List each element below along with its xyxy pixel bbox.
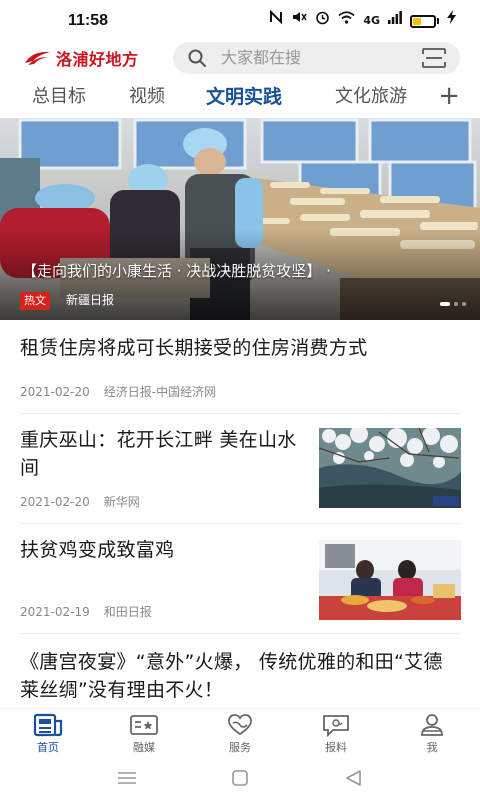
news-source: 新华网 (103, 495, 140, 509)
news-date: 2021-02-20 (20, 495, 90, 509)
nav-home[interactable]: 首页 (18, 713, 78, 755)
news-date: 2021-02-20 (20, 385, 90, 399)
logo-mark-icon (25, 51, 50, 65)
back-icon[interactable] (342, 768, 366, 788)
nav-label: 报料 (325, 741, 347, 754)
news-meta: 2021-02-20 经济日报-中国经济网 (20, 384, 216, 400)
user-icon (421, 714, 443, 736)
nav-label: 我 (426, 741, 438, 754)
tab-culture-tourism[interactable]: 文化旅游 (335, 84, 407, 110)
nav-media[interactable]: 融媒 (114, 713, 174, 755)
banner-carousel[interactable]: 【走向我们的小康生活 · 决战决胜脱贫攻坚】 · 热文 新疆日报 (0, 118, 480, 320)
system-navigation (0, 760, 480, 800)
add-channel-button[interactable]: + (438, 80, 460, 112)
news-source: 和田日报 (103, 605, 152, 619)
carousel-dot-active (440, 302, 450, 306)
media-icon (130, 715, 158, 735)
nav-label: 首页 (37, 741, 59, 754)
search-icon (188, 49, 206, 67)
tab-video[interactable]: 视频 (129, 84, 165, 110)
report-chat-icon (323, 715, 349, 737)
carousel-indicator (440, 302, 466, 306)
news-source: 经济日报-中国经济网 (103, 385, 217, 399)
banner-caption: 【走向我们的小康生活 · 决战决胜脱贫攻坚】 · (22, 262, 331, 280)
news-date: 2021-02-19 (20, 605, 90, 619)
scan-icon[interactable] (422, 48, 446, 68)
nav-report[interactable]: 报料 (306, 713, 366, 755)
news-title: 《唐宫夜宴》“意外”火爆， 传统优雅的和田“艾德莱丝绸”没有理由不火！ (20, 651, 443, 701)
news-title: 租赁住房将成可长期接受的住房消费方式 (20, 337, 368, 359)
charging-icon (447, 10, 456, 32)
search-placeholder: 大家都在搜 (221, 48, 302, 67)
status-icons: 4G (269, 9, 456, 33)
nav-service[interactable]: 服务 (210, 713, 270, 755)
status-time: 11:58 (68, 12, 109, 29)
carousel-dot (454, 302, 458, 306)
search-bar[interactable]: 大家都在搜 (173, 42, 460, 74)
news-title: 扶贫鸡变成致富鸡 (20, 539, 175, 561)
battery-icon (410, 14, 436, 28)
carousel-dot (462, 302, 466, 306)
nav-me[interactable]: 我 (402, 713, 462, 755)
bottom-navigation: 首页 融媒 服务 报料 我 (0, 708, 480, 760)
news-meta: 2021-02-20 新华网 (20, 494, 140, 510)
banner-image (0, 118, 480, 320)
channel-tabs: 总目标 视频 文明实践 文化旅游 + (0, 80, 480, 118)
news-thumbnail (319, 540, 461, 620)
family-table-image (319, 540, 461, 620)
status-bar: 11:58 4G (0, 0, 480, 40)
news-item[interactable]: 重庆巫山：花开长江畔 美在山水间 2021-02-20 新华网 (20, 414, 461, 524)
news-item[interactable]: 租赁住房将成可长期接受的住房消费方式 2021-02-20 经济日报-中国经济网 (20, 322, 461, 414)
tab-goal[interactable]: 总目标 (32, 84, 86, 110)
logo-text: 洛浦好地方 (56, 50, 139, 69)
nav-label: 融媒 (133, 741, 155, 754)
nav-label: 服务 (229, 741, 251, 754)
news-meta: 2021-02-19 和田日报 (20, 604, 152, 620)
home-square-icon[interactable] (228, 768, 252, 788)
network-type: 4G (363, 14, 380, 27)
blossom-river-image (319, 428, 461, 508)
home-news-icon (33, 713, 63, 737)
banner-source: 新疆日报 (66, 293, 115, 307)
tab-civilization-practice[interactable]: 文明实践 (206, 84, 282, 110)
news-thumbnail (319, 428, 461, 508)
battery-cap (437, 18, 439, 24)
hot-tag-badge: 热文 (20, 292, 50, 310)
service-heart-icon (228, 714, 252, 736)
signal-icon (388, 10, 402, 32)
app-logo[interactable]: 洛浦好地方 (24, 46, 139, 70)
menu-icon[interactable] (115, 768, 139, 788)
app-header: 洛浦好地方 大家都在搜 (0, 40, 480, 76)
alarm-icon (315, 10, 330, 33)
news-title: 重庆巫山：花开长江畔 美在山水间 (20, 429, 297, 479)
wifi-icon (338, 10, 355, 32)
mute-icon (291, 10, 307, 32)
news-item[interactable]: 扶贫鸡变成致富鸡 2021-02-19 和田日报 (20, 524, 461, 634)
nfc-icon (269, 9, 283, 32)
news-item[interactable]: 《唐宫夜宴》“意外”火爆， 传统优雅的和田“艾德莱丝绸”没有理由不火！ (20, 634, 461, 708)
